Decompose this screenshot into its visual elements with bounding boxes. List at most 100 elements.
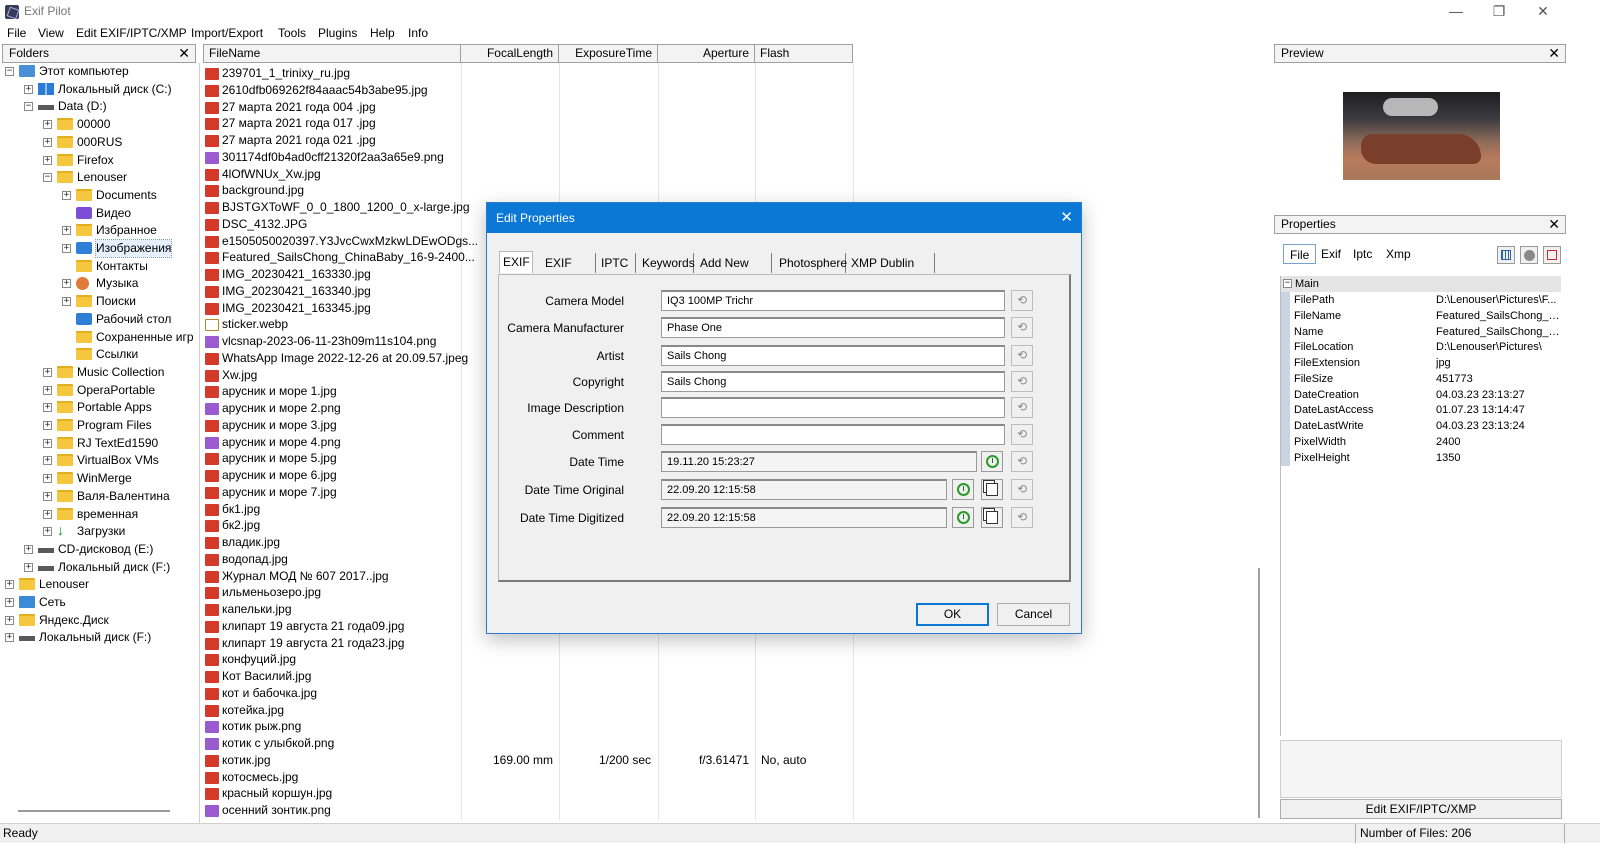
tree-item[interactable]: + Lenouser: [2, 576, 198, 593]
tree-item[interactable]: + Сеть: [2, 594, 198, 611]
tree-item[interactable]: + Валя-Валентина: [2, 488, 198, 505]
field-input[interactable]: [661, 397, 1005, 418]
file-row[interactable]: 239701_1_trinixy_ru.jpg: [203, 65, 1253, 82]
expand-icon[interactable]: +: [5, 598, 14, 607]
tree-item[interactable]: + ↓ Загрузки: [2, 523, 198, 540]
field-input[interactable]: Sails Chong: [661, 371, 1005, 392]
menu-file[interactable]: File: [7, 26, 26, 40]
column-header-flash[interactable]: Flash: [755, 44, 853, 63]
tree-item[interactable]: Видео: [2, 205, 198, 222]
menu-view[interactable]: View: [38, 26, 64, 40]
file-row[interactable]: клипарт 19 августа 21 года23.jpg: [203, 635, 1253, 652]
revert-icon[interactable]: ⟲: [1011, 345, 1033, 366]
file-row[interactable]: осенний зонтик.png: [203, 802, 1253, 819]
tree-item[interactable]: + временная: [2, 506, 198, 523]
expand-icon[interactable]: +: [24, 562, 33, 572]
tree-item[interactable]: Ссылки: [2, 346, 198, 363]
expand-icon[interactable]: +: [43, 120, 52, 130]
field-input[interactable]: Sails Chong: [661, 345, 1005, 366]
file-row[interactable]: 2610dfb069262f84aaac54b3abe95.jpg: [203, 82, 1253, 99]
tab-exif-gps[interactable]: EXIF GPS: [542, 253, 596, 290]
tree-item[interactable]: + Яндекс.Диск: [2, 612, 198, 629]
field-input[interactable]: 19.11.20 15:23:27: [661, 451, 977, 472]
tab-keywords[interactable]: Keywords: [639, 253, 695, 273]
expand-icon[interactable]: +: [43, 421, 52, 430]
file-row[interactable]: конфуций.jpg: [203, 651, 1253, 668]
field-input[interactable]: IQ3 100MP Trichr: [661, 290, 1005, 311]
file-row[interactable]: котик рыж.png: [203, 718, 1253, 735]
grid-view-icon[interactable]: [1497, 246, 1515, 264]
tree-item[interactable]: + Музыка: [2, 275, 198, 292]
expand-icon[interactable]: +: [43, 438, 52, 448]
menu-help[interactable]: Help: [370, 26, 395, 40]
property-row[interactable]: FileExtension jpg: [1281, 355, 1561, 371]
field-input[interactable]: [661, 424, 1005, 445]
field-input[interactable]: 22.09.20 12:15:58: [661, 479, 947, 500]
tree-item[interactable]: + OperaPortable: [2, 382, 198, 399]
tree-item[interactable]: + Portable Apps: [2, 399, 198, 416]
file-row[interactable]: Кот Василий.jpg: [203, 668, 1253, 685]
minimize-button[interactable]: —: [1434, 2, 1478, 22]
file-row[interactable]: background.jpg: [203, 182, 1253, 199]
tree-item[interactable]: − Data (D:): [2, 98, 198, 115]
property-row[interactable]: FileName Featured_SailsChong_C...: [1281, 307, 1561, 324]
expand-icon[interactable]: +: [43, 385, 52, 395]
expand-icon[interactable]: +: [62, 279, 71, 289]
tree-item[interactable]: + Локальный диск (C:): [2, 81, 198, 98]
property-row[interactable]: FilePath D:\Lenouser\Pictures\F...: [1281, 292, 1561, 308]
file-row[interactable]: кот и бабочка.jpg: [203, 685, 1253, 702]
column-header-filename[interactable]: FileName: [203, 44, 461, 63]
tree-item[interactable]: + Локальный диск (F:): [2, 629, 198, 646]
tree-item[interactable]: + Program Files: [2, 417, 198, 434]
menu-edit-exif[interactable]: Edit EXIF/IPTC/XMP: [76, 26, 187, 40]
pick-datetime-button[interactable]: [952, 479, 974, 500]
tree-item[interactable]: + Documents: [2, 187, 198, 204]
property-row[interactable]: DateLastWrite 04.03.23 23:13:24: [1281, 418, 1561, 434]
tab-exif[interactable]: EXIF: [499, 251, 533, 273]
preview-close-icon[interactable]: ✕: [1548, 45, 1560, 62]
folders-horizontal-scrollbar[interactable]: [18, 810, 170, 812]
menu-info[interactable]: Info: [408, 26, 428, 40]
tree-item[interactable]: + Избранное: [2, 222, 198, 239]
tree-item[interactable]: + Изображения: [2, 239, 198, 258]
folder-tree[interactable]: − Этот компьютер + Локальный диск (C:) − Data…: [2, 63, 200, 838]
revert-icon[interactable]: ⟲: [1011, 317, 1033, 338]
revert-icon[interactable]: ⟲: [1011, 479, 1033, 500]
tree-item[interactable]: + Локальный диск (F:): [2, 559, 198, 576]
tree-item[interactable]: Рабочий стол: [2, 311, 198, 328]
collapse-icon[interactable]: −: [24, 102, 33, 112]
tree-item[interactable]: + WinMerge: [2, 470, 198, 487]
collapse-icon[interactable]: −: [5, 67, 14, 76]
property-row[interactable]: PixelWidth 2400: [1281, 433, 1561, 450]
tree-item[interactable]: − Этот компьютер: [2, 63, 198, 80]
expand-icon[interactable]: +: [24, 544, 33, 554]
revert-icon[interactable]: ⟲: [1011, 424, 1033, 445]
file-row[interactable]: котик.jpg 169.00 mm 1/200 sec f/3.61471 No, …: [203, 752, 1253, 769]
expand-icon[interactable]: +: [5, 615, 14, 625]
expand-icon[interactable]: +: [24, 84, 33, 94]
file-list-vertical-scrollbar[interactable]: [1258, 568, 1260, 818]
properties-group-main[interactable]: − Main: [1281, 276, 1561, 292]
expand-icon[interactable]: +: [43, 474, 52, 484]
property-row[interactable]: PixelHeight 1350: [1281, 449, 1561, 466]
tree-item[interactable]: − Lenouser: [2, 169, 198, 186]
column-header-focallength[interactable]: FocalLength: [461, 44, 559, 63]
expand-icon[interactable]: +: [43, 456, 52, 466]
file-row[interactable]: 27 марта 2021 года 004 .jpg: [203, 99, 1253, 116]
tab-add-new-tags[interactable]: Add New Tags: [697, 253, 772, 290]
column-header-exposuretime[interactable]: ExposureTime: [559, 44, 658, 63]
field-input[interactable]: Phase One: [661, 317, 1005, 338]
expand-icon[interactable]: +: [43, 155, 52, 165]
menu-plugins[interactable]: Plugins: [318, 26, 357, 40]
revert-icon[interactable]: ⟲: [1011, 451, 1033, 472]
file-row[interactable]: котик с улыбкой.png: [203, 735, 1253, 752]
revert-icon[interactable]: ⟲: [1011, 397, 1033, 418]
menu-tools[interactable]: Tools: [278, 26, 306, 40]
tab-exif[interactable]: Exif: [1315, 244, 1347, 264]
field-input[interactable]: 22.09.20 12:15:58: [661, 507, 947, 528]
expand-icon[interactable]: +: [43, 137, 52, 147]
file-row[interactable]: котейка.jpg: [203, 702, 1253, 719]
expand-icon[interactable]: +: [43, 491, 52, 501]
revert-icon[interactable]: ⟲: [1011, 290, 1033, 311]
expand-icon[interactable]: +: [5, 580, 14, 590]
